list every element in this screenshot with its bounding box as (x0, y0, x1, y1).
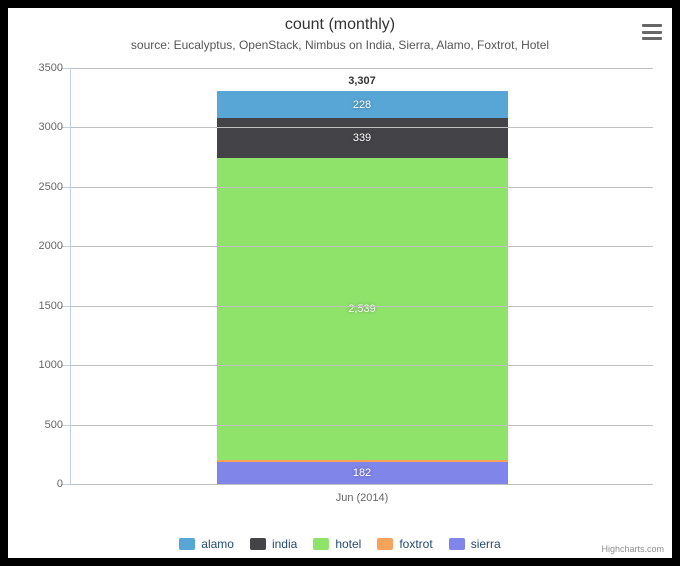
segment-india[interactable]: 339 (217, 118, 508, 158)
legend-label: sierra (471, 537, 501, 551)
credit-link[interactable]: Highcharts.com (601, 544, 664, 554)
segment-hotel[interactable]: 2,539 (217, 158, 508, 460)
legend-label: hotel (335, 537, 361, 551)
legend-item-hotel[interactable]: hotel (313, 537, 361, 551)
plot-area: Jun (2014) 3,307 182192,539339228 050010… (71, 68, 653, 484)
segment-sierra[interactable]: 182 (217, 462, 508, 484)
legend-item-alamo[interactable]: alamo (179, 537, 234, 551)
y-tick-label: 2500 (39, 181, 63, 193)
grid-line (71, 246, 653, 247)
x-tick-label: Jun (2014) (336, 492, 389, 504)
legend-swatch (377, 538, 393, 550)
grid-line (71, 365, 653, 366)
chart-subtitle: source: Eucalyptus, OpenStack, Nimbus on… (8, 34, 672, 52)
legend-label: alamo (201, 537, 234, 551)
legend-item-sierra[interactable]: sierra (449, 537, 501, 551)
export-menu-button[interactable] (640, 21, 664, 43)
grid-line (71, 425, 653, 426)
legend-item-india[interactable]: india (250, 537, 297, 551)
segment-foxtrot[interactable]: 19 (217, 460, 508, 462)
y-tick-label: 1000 (39, 359, 63, 371)
legend-swatch (313, 538, 329, 550)
legend-label: foxtrot (399, 537, 432, 551)
grid-line (71, 484, 653, 485)
y-tick-label: 1500 (39, 300, 63, 312)
legend-label: india (272, 537, 297, 551)
segment-label: 228 (353, 99, 371, 111)
segment-label: 182 (353, 467, 371, 479)
y-tick-label: 2000 (39, 240, 63, 252)
y-tick-label: 3000 (39, 121, 63, 133)
chart-title: count (monthly) (8, 8, 672, 34)
y-tick-label: 0 (57, 478, 63, 490)
legend: alamo india hotel foxtrot sierra (8, 537, 672, 553)
grid-line (71, 127, 653, 128)
legend-swatch (250, 538, 266, 550)
legend-item-foxtrot[interactable]: foxtrot (377, 537, 432, 551)
y-tick-label: 3500 (39, 62, 63, 74)
segment-label: 339 (353, 132, 371, 144)
stack-total-label: 3,307 (348, 75, 376, 87)
segment-alamo[interactable]: 228 (217, 91, 508, 118)
y-tick-label: 500 (45, 419, 63, 431)
legend-swatch (449, 538, 465, 550)
y-axis-line (70, 68, 71, 484)
grid-line (71, 187, 653, 188)
grid-line (71, 68, 653, 69)
grid-line (71, 306, 653, 307)
legend-swatch (179, 538, 195, 550)
